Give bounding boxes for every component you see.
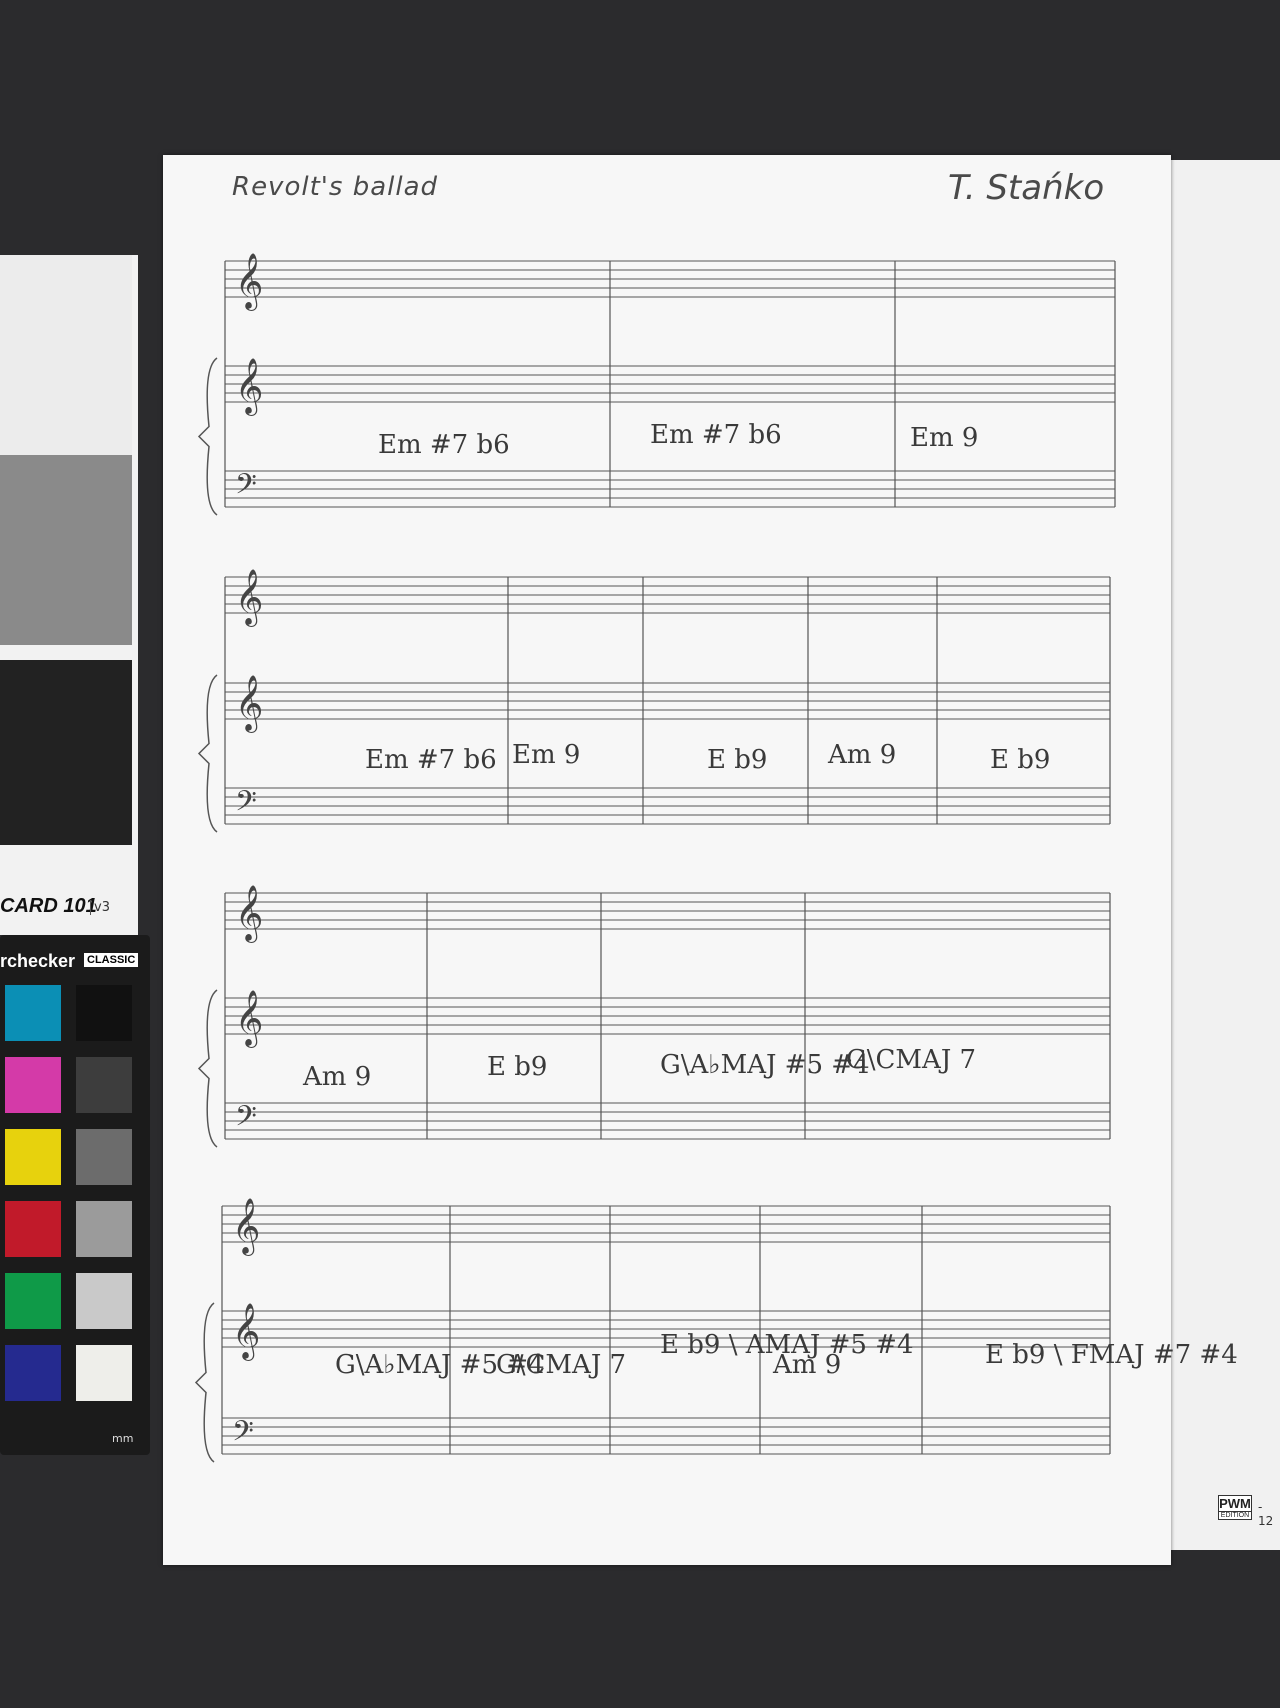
chord-symbol: G\CMAJ 7 [846, 1045, 977, 1075]
score-staves: 𝄞 𝄞 𝄢 𝄞 𝄞 𝄢 𝄞 𝄞 𝄢 𝄞 𝄞 𝄢 [194, 253, 1116, 1463]
clef-icon: 𝄞 [235, 885, 263, 943]
chord-symbol: Am 9 [828, 740, 897, 770]
grand-staff-brace [194, 1302, 215, 1463]
publisher-logo-text: PWM [1219, 1496, 1251, 1511]
clef-icon: 𝄞 [235, 990, 263, 1048]
clef-icon: 𝄢 [235, 1100, 257, 1140]
clef-icon: 𝄞 [235, 253, 263, 311]
grand-staff-brace [197, 989, 218, 1148]
chord-symbol: Em #7 b6 [378, 430, 510, 460]
chord-symbol: G\CMAJ 7 [496, 1350, 627, 1380]
chord-symbol: E b9 [707, 745, 768, 775]
publisher-logo: PWM EDITION [1218, 1495, 1252, 1520]
clef-icon: 𝄞 [235, 675, 263, 733]
chord-symbol: Em #7 b6 [365, 745, 497, 775]
clef-icon: 𝄢 [235, 785, 257, 825]
chord-symbol: Am 9 [303, 1062, 372, 1092]
chord-symbol: E b9 [487, 1052, 548, 1082]
clef-icon: 𝄞 [232, 1303, 260, 1361]
page-number-fragment: - 12 [1258, 1500, 1274, 1528]
chord-symbol: Em 9 [910, 423, 979, 453]
clef-icon: 𝄢 [232, 1415, 254, 1455]
chord-symbol: Em 9 [512, 740, 581, 770]
chord-symbol: G\A♭MAJ #5 #4 [660, 1050, 870, 1080]
clef-icon: 𝄢 [235, 468, 257, 508]
clef-icon: 𝄞 [232, 1198, 260, 1256]
publisher-logo-sub: EDITION [1219, 1511, 1251, 1519]
chord-symbol: E b9 [990, 745, 1051, 775]
grand-staff-brace [197, 674, 218, 833]
chord-symbol: Em #7 b6 [650, 420, 782, 450]
clef-icon: 𝄞 [235, 569, 263, 627]
chord-symbol: E b9 \ FMAJ #7 #4 [985, 1340, 1238, 1370]
clef-icon: 𝄞 [235, 358, 263, 416]
grand-staff-brace [197, 357, 218, 516]
chord-symbol: Am 9 [773, 1350, 842, 1380]
